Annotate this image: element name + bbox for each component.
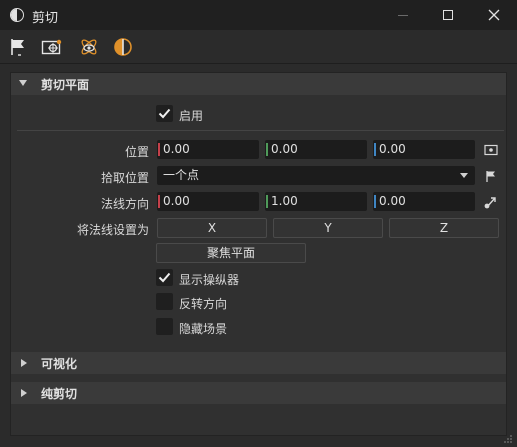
collapse-arrow-icon (21, 359, 27, 367)
app-icon (10, 8, 24, 22)
normal-x-field[interactable]: 0.00 (157, 192, 259, 211)
checkmark-icon (158, 272, 171, 283)
show-manipulator-checkbox[interactable] (156, 269, 173, 286)
section-title-visualize: 可视化 (41, 357, 78, 371)
section-header-pure-clip[interactable]: 纯剪切 (11, 382, 506, 404)
collapse-arrow-icon (21, 389, 27, 397)
atom-eye-icon (81, 39, 97, 55)
title-bar: 剪切 (0, 0, 517, 30)
pick-position-label: 拾取位置 (100, 171, 149, 185)
toolbar-atom-button[interactable] (77, 35, 101, 59)
flip-direction-checkbox[interactable] (156, 293, 173, 310)
set-normal-x-button[interactable]: X (157, 218, 267, 238)
position-z-field[interactable]: 0.00 (373, 140, 475, 159)
enable-checkbox[interactable] (156, 105, 173, 122)
set-normal-y-button[interactable]: Y (273, 218, 383, 238)
section-title-clip-plane: 剪切平面 (41, 78, 90, 92)
flip-direction-label: 反转方向 (179, 297, 228, 311)
target-frame-icon (41, 39, 62, 55)
toolbar-flag-button[interactable] (6, 35, 30, 59)
position-y-field[interactable]: 0.00 (265, 140, 367, 159)
section-title-pure-clip: 纯剪切 (41, 387, 78, 401)
set-normal-z-button[interactable]: Z (389, 218, 499, 238)
pick-position-flag-button[interactable] (484, 169, 498, 183)
window-title: 剪切 (32, 11, 59, 26)
normal-z-field[interactable]: 0.00 (373, 192, 475, 211)
normal-pick-button[interactable] (484, 195, 498, 209)
flag-icon (486, 170, 495, 182)
expand-arrow-icon (19, 80, 27, 86)
focus-plane-button[interactable]: 聚焦平面 (156, 243, 306, 263)
pick-position-dropdown[interactable]: 一个点 (157, 166, 475, 185)
chevron-down-icon (460, 173, 468, 178)
section-header-clip-plane[interactable]: 剪切平面 (11, 73, 506, 95)
hide-scene-label: 隐藏场景 (179, 322, 228, 336)
maximize-button[interactable] (425, 0, 471, 30)
screen-target-icon (484, 144, 498, 156)
toolbar-frame-button[interactable] (40, 35, 64, 59)
hide-scene-checkbox[interactable] (156, 318, 173, 335)
close-icon (488, 9, 500, 21)
pick-position-value: 一个点 (163, 168, 200, 182)
divider (17, 130, 504, 131)
show-manipulator-label: 显示操纵器 (179, 273, 240, 287)
set-normal-label: 将法线设置为 (76, 223, 149, 237)
arrow-pick-icon (484, 197, 496, 209)
enable-label: 启用 (179, 109, 204, 123)
toolbar (0, 30, 517, 64)
position-label: 位置 (124, 145, 149, 159)
minimize-button[interactable] (380, 0, 426, 30)
resize-grip[interactable] (503, 433, 513, 443)
position-x-field[interactable]: 0.00 (157, 140, 259, 159)
normal-y-field[interactable]: 1.00 (265, 192, 367, 211)
resize-grip-icon (504, 435, 512, 443)
checkmark-icon (158, 108, 171, 119)
flag-icon (11, 39, 24, 56)
close-button[interactable] (471, 0, 517, 30)
section-header-visualize[interactable]: 可视化 (11, 352, 506, 374)
toolbar-halfcircle-button[interactable] (111, 35, 135, 59)
normal-direction-label: 法线方向 (100, 197, 149, 211)
position-camera-button[interactable] (484, 143, 498, 157)
half-circle-icon (114, 38, 132, 56)
clip-panel: 剪切平面 启用 位置 0.00 0.00 0.00 拾取位置 一个点 法线方向 … (10, 72, 507, 436)
